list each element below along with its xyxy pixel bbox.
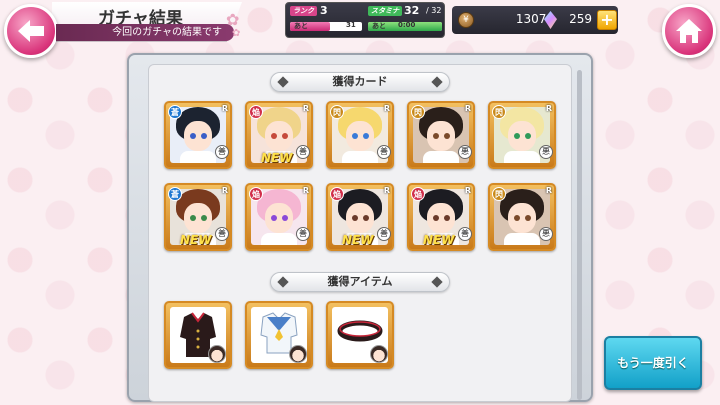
page-subtitle: 今回のガチャの結果です bbox=[56, 24, 234, 41]
card-type-badge: 焔 bbox=[330, 187, 344, 201]
card-rarity: R bbox=[221, 104, 228, 113]
stamina-value: 32 bbox=[404, 4, 420, 17]
card-type-badge: 焔 bbox=[249, 105, 263, 119]
character-card[interactable]: 閃 R 善 bbox=[326, 101, 394, 169]
diamond-icon bbox=[277, 76, 289, 88]
stamina-next-value: 0:00 bbox=[398, 21, 416, 29]
cards-section-header: 獲得カード bbox=[270, 72, 450, 92]
character-card[interactable]: 焔 R 善 NEW bbox=[326, 183, 394, 251]
item-slot[interactable] bbox=[245, 301, 313, 369]
character-card[interactable]: 蒼 R 善 bbox=[164, 101, 232, 169]
character-card[interactable]: 閃 R 悪 bbox=[407, 101, 475, 169]
card-rarity: R bbox=[383, 186, 390, 195]
rank-next-prefix: あと bbox=[294, 22, 308, 30]
character-card[interactable]: 閃 R 悪 bbox=[488, 183, 556, 251]
card-rarity: R bbox=[383, 104, 390, 113]
home-icon bbox=[676, 19, 702, 43]
diamond-icon bbox=[431, 276, 443, 288]
card-alignment-badge: 善 bbox=[215, 227, 229, 241]
scrollbar[interactable] bbox=[577, 70, 582, 400]
card-rarity: R bbox=[545, 104, 552, 113]
item-slot[interactable] bbox=[326, 301, 394, 369]
player-stats-panel: ランク 3 スタミナ 32 / 32 あと 31 あと 0:00 bbox=[285, 2, 445, 38]
items-section-title: 獲得アイテム bbox=[327, 275, 393, 288]
flower-decoration-small-icon: ✿ bbox=[232, 28, 241, 39]
card-rarity: R bbox=[464, 186, 471, 195]
card-rarity: R bbox=[302, 186, 309, 195]
new-badge: NEW bbox=[423, 233, 455, 247]
new-badge: NEW bbox=[180, 233, 212, 247]
card-alignment-badge: 悪 bbox=[458, 145, 472, 159]
card-type-badge: 蒼 bbox=[168, 187, 182, 201]
diamond-icon bbox=[277, 276, 289, 288]
character-card[interactable]: 閃 R 悪 bbox=[488, 101, 556, 169]
card-alignment-badge: 善 bbox=[458, 227, 472, 241]
card-type-badge: 閃 bbox=[411, 105, 425, 119]
flower-decoration-icon: ✿ bbox=[226, 10, 240, 29]
card-alignment-badge: 悪 bbox=[539, 145, 553, 159]
back-arrow-icon bbox=[18, 20, 44, 42]
new-badge: NEW bbox=[342, 233, 374, 247]
card-type-badge: 蒼 bbox=[168, 105, 182, 119]
card-alignment-badge: 善 bbox=[215, 145, 229, 159]
rank-label: ランク bbox=[290, 6, 317, 16]
card-alignment-badge: 善 bbox=[377, 145, 391, 159]
card-type-badge: 焔 bbox=[411, 187, 425, 201]
rank-value: 3 bbox=[320, 4, 328, 17]
add-gems-button[interactable]: + bbox=[597, 10, 617, 30]
card-type-badge: 閃 bbox=[492, 187, 506, 201]
coin-icon: ¥ bbox=[458, 12, 474, 28]
card-type-badge: 閃 bbox=[330, 105, 344, 119]
card-rarity: R bbox=[302, 104, 309, 113]
stamina-label: スタミナ bbox=[368, 6, 402, 16]
items-section-header: 獲得アイテム bbox=[270, 272, 450, 292]
currency-panel: ¥ 13070 259 + bbox=[452, 6, 618, 34]
gem-count: 259 bbox=[569, 12, 592, 26]
character-face-icon bbox=[370, 345, 388, 363]
card-type-badge: 閃 bbox=[492, 105, 506, 119]
card-alignment-badge: 善 bbox=[296, 145, 310, 159]
cards-section-title: 獲得カード bbox=[332, 75, 388, 88]
back-button[interactable] bbox=[4, 4, 58, 58]
diamond-icon bbox=[431, 76, 443, 88]
character-card[interactable]: 焔 R 善 bbox=[245, 183, 313, 251]
rank-next-value: 31 bbox=[346, 21, 356, 29]
card-rarity: R bbox=[464, 104, 471, 113]
item-slot[interactable] bbox=[164, 301, 232, 369]
stamina-next-prefix: あと bbox=[372, 22, 386, 30]
character-card[interactable]: 焔 R 善 NEW bbox=[407, 183, 475, 251]
character-face-icon bbox=[289, 345, 307, 363]
home-button[interactable] bbox=[662, 4, 716, 58]
card-alignment-badge: 善 bbox=[296, 227, 310, 241]
new-badge: NEW bbox=[261, 151, 293, 165]
card-alignment-badge: 善 bbox=[377, 227, 391, 241]
draw-again-button[interactable]: もう一度引く bbox=[604, 336, 702, 390]
card-type-badge: 焔 bbox=[249, 187, 263, 201]
character-card[interactable]: 蒼 R 善 NEW bbox=[164, 183, 232, 251]
character-card[interactable]: 焔 R 善 NEW bbox=[245, 101, 313, 169]
stamina-max: / 32 bbox=[426, 6, 442, 15]
card-rarity: R bbox=[545, 186, 552, 195]
card-rarity: R bbox=[221, 186, 228, 195]
character-face-icon bbox=[208, 345, 226, 363]
card-alignment-badge: 悪 bbox=[539, 227, 553, 241]
